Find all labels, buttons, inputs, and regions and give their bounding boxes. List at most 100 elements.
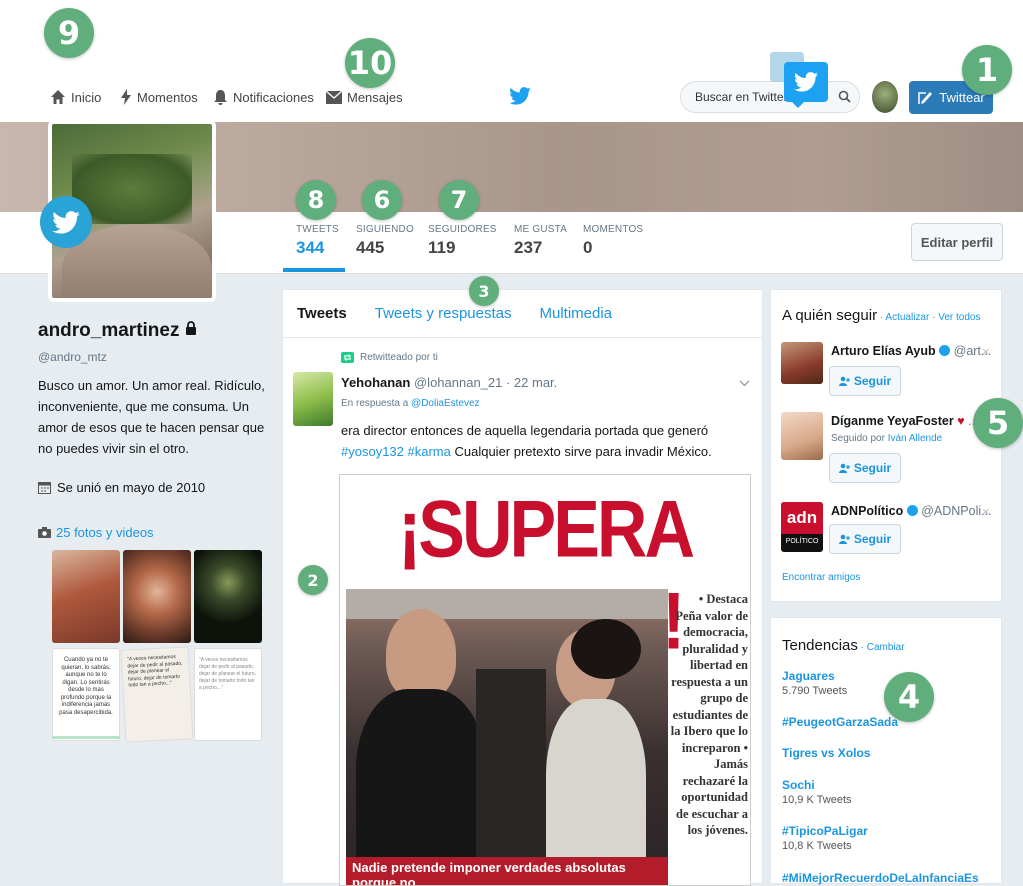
hashtag-link[interactable]: #karma [408,444,451,459]
bubble-tail [790,100,806,108]
follow-button-label: Seguir [853,461,892,475]
twitter-bubble-icon [784,62,828,102]
stat-likes-value: 237 [514,238,543,257]
followed-by: Seguido por Iván Allende [831,433,942,444]
follow-button-label: Seguir [853,374,892,388]
refresh-link[interactable]: · Actualizar [877,312,929,323]
tab-media[interactable]: Multimedia [539,305,612,322]
suggestion-name: ADNPolítico [831,504,904,518]
media-thumbnail[interactable] [194,550,262,643]
lock-icon [185,321,196,335]
dismiss-icon[interactable]: × [982,344,990,359]
annotation-badge-4: 4 [884,672,934,722]
chevron-down-icon[interactable] [739,380,750,387]
stat-followers-label: SEGUIDORES [428,224,497,235]
tweet-text-b: Cualquier pretexto sirve para invadir Mé… [450,444,712,459]
media-thumbnail[interactable]: "A veces necesitamos dejar de pedir al p… [120,646,194,743]
stat-following-label: SIGUIENDO [356,224,414,235]
suggestion-name-row[interactable]: Arturo Elías Ayub @art... [831,344,991,358]
trends-title: Tendencias · Cambiar [782,637,905,654]
nav-home[interactable]: Inicio [50,82,101,112]
stat-tweets-label: TWEETS [296,224,339,235]
tweet-header: Yehohanan @lohannan_21 · 22 mar. [341,375,557,390]
hashtag-link[interactable]: #yosoy132 [341,444,404,459]
user-avatar-small[interactable] [872,81,898,113]
tweet-text-a: era director entonces de aquella legenda… [341,423,709,438]
change-trends-link[interactable]: · Cambiar [858,642,905,653]
stat-followers-value: 119 [428,238,456,257]
search-icon[interactable] [838,90,851,103]
nav-notifications-label: Notificaciones [233,89,314,105]
trend-name: #PeugeotGarzaSada [782,715,899,729]
trends-panel: Tendencias · Cambiar Jaguares 5.790 Twee… [770,617,1002,885]
adn-logo-subtext: POLÍTICO [785,538,819,545]
thumb-quote-1: Cuando ya no te quieran, lo sabrás, aunq… [59,657,113,716]
follow-button[interactable]: Seguir [829,524,901,554]
trend-item[interactable]: #TipicoPaLigar 10,8 K Tweets [782,824,868,852]
thumb-underline [52,736,120,739]
follow-button[interactable]: Seguir [829,453,901,483]
envelope-icon [326,90,342,104]
camera-icon [38,527,51,538]
annotation-badge-10: 10 [345,38,395,88]
tab-tweets-and-replies[interactable]: Tweets y respuestas [375,305,512,322]
trend-item[interactable]: #PeugeotGarzaSada [782,715,898,729]
view-all-link[interactable]: · Ver todos [929,312,980,323]
tweet-author-avatar[interactable] [293,372,333,426]
media-thumbnail[interactable] [52,550,120,643]
annotation-badge-5: 5 [973,398,1023,448]
add-user-icon [838,534,850,544]
adnpolitico-logo[interactable]: adn POLÍTICO [781,502,823,552]
trend-count: 10,9 K Tweets [782,794,852,806]
trend-item[interactable]: #MiMejorRecuerdoDeLaInfanciaEs [782,871,979,885]
follow-button[interactable]: Seguir [829,366,901,396]
stat-likes[interactable]: ME GUSTA 237 [514,224,567,258]
trend-count: 5.790 Tweets [782,685,848,697]
stat-tweets[interactable]: TWEETS 344 [296,224,339,258]
search-input[interactable]: Buscar en Twitter [680,81,860,113]
trend-item[interactable]: Jaguares 5.790 Tweets [782,669,847,697]
edit-profile-button[interactable]: Editar perfil [911,223,1003,261]
suggestion-avatar[interactable] [781,342,823,384]
followed-by-link[interactable]: Iván Allende [888,433,943,444]
nav-home-label: Inicio [71,89,102,105]
suggestion-avatar[interactable] [781,412,823,460]
photos-videos-link[interactable]: 25 fotos y videos [38,525,154,540]
verified-icon [906,505,918,516]
suggestion-name-row[interactable]: Díganme YeyaFoster ♥ ... [831,414,979,428]
stat-following[interactable]: SIGUIENDO 445 [356,224,414,258]
add-user-icon [838,463,850,473]
newspaper-footer: Nadie pretende imponer verdades absoluta… [346,857,668,885]
stat-moments[interactable]: MOMENTOS 0 [583,224,643,258]
nav-messages-label: Mensajes [347,89,403,105]
trend-item[interactable]: Tigres vs Xolos [782,746,870,760]
tweet-author-name[interactable]: Yehohanan [341,375,410,390]
suggestion-name-row[interactable]: ADNPolítico @ADNPoli... [831,504,992,518]
suggestion-name: Arturo Elías Ayub [831,344,936,358]
calendar-icon [38,482,51,494]
nav-notifications[interactable]: Notificaciones [213,82,314,112]
annotation-badge-2: 2 [298,565,328,595]
tab-tweets[interactable]: Tweets [297,305,347,322]
trend-count: 10,8 K Tweets [782,840,852,852]
follow-button-label: Seguir [853,532,892,546]
newspaper-photo [346,589,668,885]
twitter-bird-icon [40,196,92,248]
trend-item[interactable]: Sochi 10,9 K Tweets [782,778,852,806]
media-thumbnail[interactable] [123,550,191,643]
media-thumbnail[interactable]: "A veces necesitamos dejar de pedir al p… [194,648,262,741]
retweet-icon [341,352,354,363]
reply-to-link[interactable]: @DoliaEstevez [411,398,480,409]
tweet-image-newspaper[interactable]: ¡SUPERA BOICOT! • Destaca Peña valor de … [339,474,751,886]
stat-following-value: 445 [356,238,385,257]
tweet-text: era director entonces de aquella legenda… [341,420,751,462]
compose-icon [918,91,933,104]
find-friends-link[interactable]: Encontrar amigos [782,572,860,583]
stat-moments-label: MOMENTOS [583,224,644,235]
media-thumbnail[interactable]: Cuando ya no te quieran, lo sabrás, aunq… [52,648,120,741]
stat-followers[interactable]: SEGUIDORES 119 [428,224,497,258]
nav-moments[interactable]: Momentos [120,82,198,112]
trend-name: #MiMejorRecuerdoDeLaInfanciaEs [782,871,979,885]
twitter-logo-icon[interactable] [509,87,531,105]
dismiss-icon[interactable]: × [982,504,990,519]
